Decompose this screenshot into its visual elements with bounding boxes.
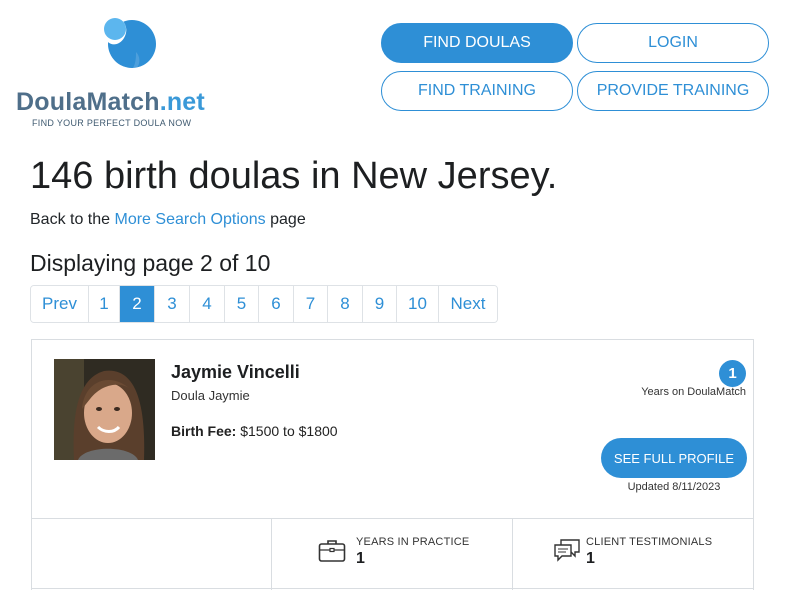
pagination-page-1[interactable]: 1 — [89, 286, 120, 322]
years-in-practice-label: YEARS IN PRACTICE — [356, 536, 470, 548]
pagination-page-5[interactable]: 5 — [225, 286, 259, 322]
updated-date: Updated 8/11/2023 — [627, 481, 721, 493]
find-doulas-button[interactable]: FIND DOULAS — [381, 23, 573, 63]
briefcase-icon — [318, 540, 346, 562]
client-testimonials-label: CLIENT TESTIMONIALS — [586, 536, 713, 548]
see-full-profile-button[interactable]: SEE FULL PROFILE — [601, 438, 747, 478]
pagination-page-2-current[interactable]: 2 — [120, 286, 155, 322]
years-on-site-label: Years on DoulaMatch — [641, 386, 746, 398]
back-prefix: Back to the — [30, 211, 115, 228]
pagination-page-3[interactable]: 3 — [155, 286, 190, 322]
back-suffix: page — [265, 211, 306, 228]
birth-fee-value: $1500 to $1800 — [236, 423, 338, 439]
pagination-page-4[interactable]: 4 — [190, 286, 225, 322]
chat-bubbles-icon — [554, 539, 580, 562]
site-logo[interactable]: DoulaMatch.net FIND YOUR PERFECT DOULA N… — [16, 12, 226, 132]
birth-fee: Birth Fee: $1500 to $1800 — [171, 423, 338, 439]
pagination-page-7[interactable]: 7 — [294, 286, 328, 322]
back-line: Back to the More Search Options page — [30, 211, 306, 229]
pagination-prev[interactable]: Prev — [31, 286, 89, 322]
years-on-site-badge: 1 — [719, 360, 746, 387]
page-title: 146 birth doulas in New Jersey. — [30, 155, 558, 197]
page-indicator: Displaying page 2 of 10 — [30, 250, 271, 276]
logo-tagline: FIND YOUR PERFECT DOULA NOW — [32, 118, 192, 128]
years-in-practice-value: 1 — [356, 550, 365, 567]
pagination-page-6[interactable]: 6 — [259, 286, 294, 322]
stat-empty — [31, 519, 272, 590]
login-button[interactable]: LOGIN — [577, 23, 769, 63]
pagination-next[interactable]: Next — [439, 286, 497, 322]
stat-client-testimonials: CLIENT TESTIMONIALS 1 — [513, 519, 754, 590]
pagination: Prev 1 2 3 4 5 6 7 8 9 10 Next — [30, 285, 498, 323]
stat-years-in-practice: YEARS IN PRACTICE 1 — [272, 519, 513, 590]
birth-fee-label: Birth Fee: — [171, 423, 237, 439]
more-search-options-link[interactable]: More Search Options — [115, 211, 266, 228]
client-testimonials-value: 1 — [586, 550, 595, 567]
doula-business-name: Doula Jaymie — [171, 388, 250, 403]
find-training-button[interactable]: FIND TRAINING — [381, 71, 573, 111]
logo-wordmark: DoulaMatch.net — [16, 88, 205, 116]
doula-photo[interactable] — [54, 359, 155, 460]
pagination-page-8[interactable]: 8 — [328, 286, 363, 322]
doula-name[interactable]: Jaymie Vincelli — [171, 362, 300, 383]
pagination-page-9[interactable]: 9 — [363, 286, 397, 322]
provide-training-button[interactable]: PROVIDE TRAINING — [577, 71, 769, 111]
doula-card: Jaymie Vincelli Doula Jaymie Birth Fee: … — [31, 339, 754, 590]
doula-portrait-image — [54, 359, 155, 460]
pagination-page-10[interactable]: 10 — [397, 286, 439, 322]
water-drop-logo-icon — [103, 16, 156, 72]
doula-stats-row: YEARS IN PRACTICE 1 CLIENT TESTIMONIALS … — [31, 518, 754, 590]
